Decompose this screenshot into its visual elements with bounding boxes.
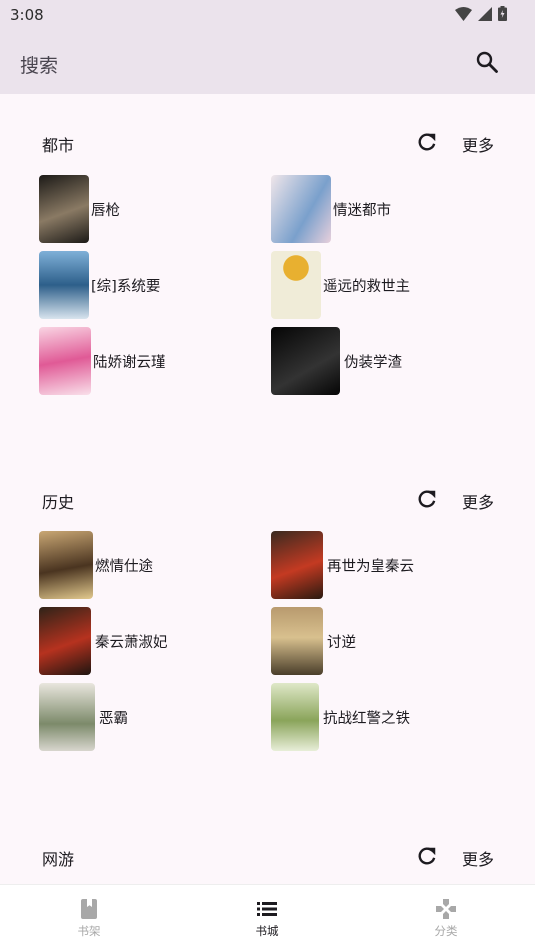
book-title: 秦云萧淑妃 [95, 634, 168, 651]
book-cover [271, 251, 321, 319]
refresh-icon[interactable] [416, 845, 438, 867]
book-item[interactable]: 再世为皇秦云 [271, 531, 414, 599]
refresh-icon[interactable] [416, 488, 438, 510]
nav-label: 书架 [77, 924, 101, 938]
book-cover [39, 175, 89, 243]
book-cover [39, 531, 93, 599]
book-cover [271, 607, 323, 675]
book-title: 伪装学渣 [344, 354, 402, 371]
book-cover [39, 327, 91, 395]
nav-label: 书城 [255, 924, 279, 938]
book-item[interactable]: 伪装学渣 [271, 327, 402, 395]
book-title: [综]系统要 [91, 278, 161, 295]
book-cover [39, 251, 89, 319]
book-cover [271, 327, 340, 395]
more-link[interactable]: 更多 [462, 846, 494, 870]
book-title: 遥远的救世主 [323, 278, 410, 295]
book-title: 抗战红警之铁 [323, 710, 410, 727]
book-item[interactable]: 情迷都市 [271, 175, 391, 243]
book-title: 唇枪 [91, 202, 120, 219]
book-item[interactable]: [综]系统要 [39, 251, 160, 319]
nav-bookshelf[interactable]: 书架 [0, 885, 178, 952]
book-title: 恶霸 [99, 710, 128, 727]
book-title: 再世为皇秦云 [327, 558, 414, 575]
book-item[interactable]: 燃情仕途 [39, 531, 153, 599]
signal-icon [478, 6, 492, 21]
app-bar: 搜索 [0, 30, 535, 94]
book-title: 情迷都市 [333, 202, 391, 219]
book-title: 陆娇谢云瑾 [93, 354, 166, 371]
book-item[interactable]: 讨逆 [271, 607, 356, 675]
book-cover [271, 531, 323, 599]
status-icons [455, 6, 507, 21]
book-item[interactable]: 遥远的救世主 [271, 251, 410, 319]
book-icon [81, 899, 97, 919]
list-icon [257, 902, 277, 916]
book-item[interactable]: 恶霸 [39, 683, 128, 751]
section-title: 网游 [42, 850, 75, 869]
status-bar: 3:08 [0, 0, 535, 30]
more-link[interactable]: 更多 [462, 489, 494, 513]
book-cover [39, 607, 91, 675]
category-icon [436, 899, 456, 919]
book-item[interactable]: 抗战红警之铁 [271, 683, 410, 751]
search-field[interactable]: 搜索 [20, 51, 58, 78]
nav-label: 分类 [434, 924, 458, 938]
book-title: 讨逆 [327, 634, 356, 651]
book-cover [271, 683, 319, 751]
book-item[interactable]: 陆娇谢云瑾 [39, 327, 166, 395]
book-item[interactable]: 唇枪 [39, 175, 120, 243]
search-icon[interactable] [475, 50, 499, 74]
book-cover [39, 683, 95, 751]
book-cover [271, 175, 331, 243]
bottom-nav: 书架 书城 分类 [0, 884, 535, 952]
section-title: 都市 [42, 136, 75, 155]
nav-bookstore[interactable]: 书城 [178, 885, 356, 952]
more-link[interactable]: 更多 [462, 132, 494, 156]
book-title: 燃情仕途 [95, 558, 153, 575]
book-item[interactable]: 秦云萧淑妃 [39, 607, 168, 675]
refresh-icon[interactable] [416, 131, 438, 153]
wifi-icon [455, 6, 472, 21]
nav-category[interactable]: 分类 [357, 885, 535, 952]
section-title: 历史 [42, 493, 75, 512]
status-time: 3:08 [10, 6, 44, 24]
battery-icon [498, 6, 507, 21]
